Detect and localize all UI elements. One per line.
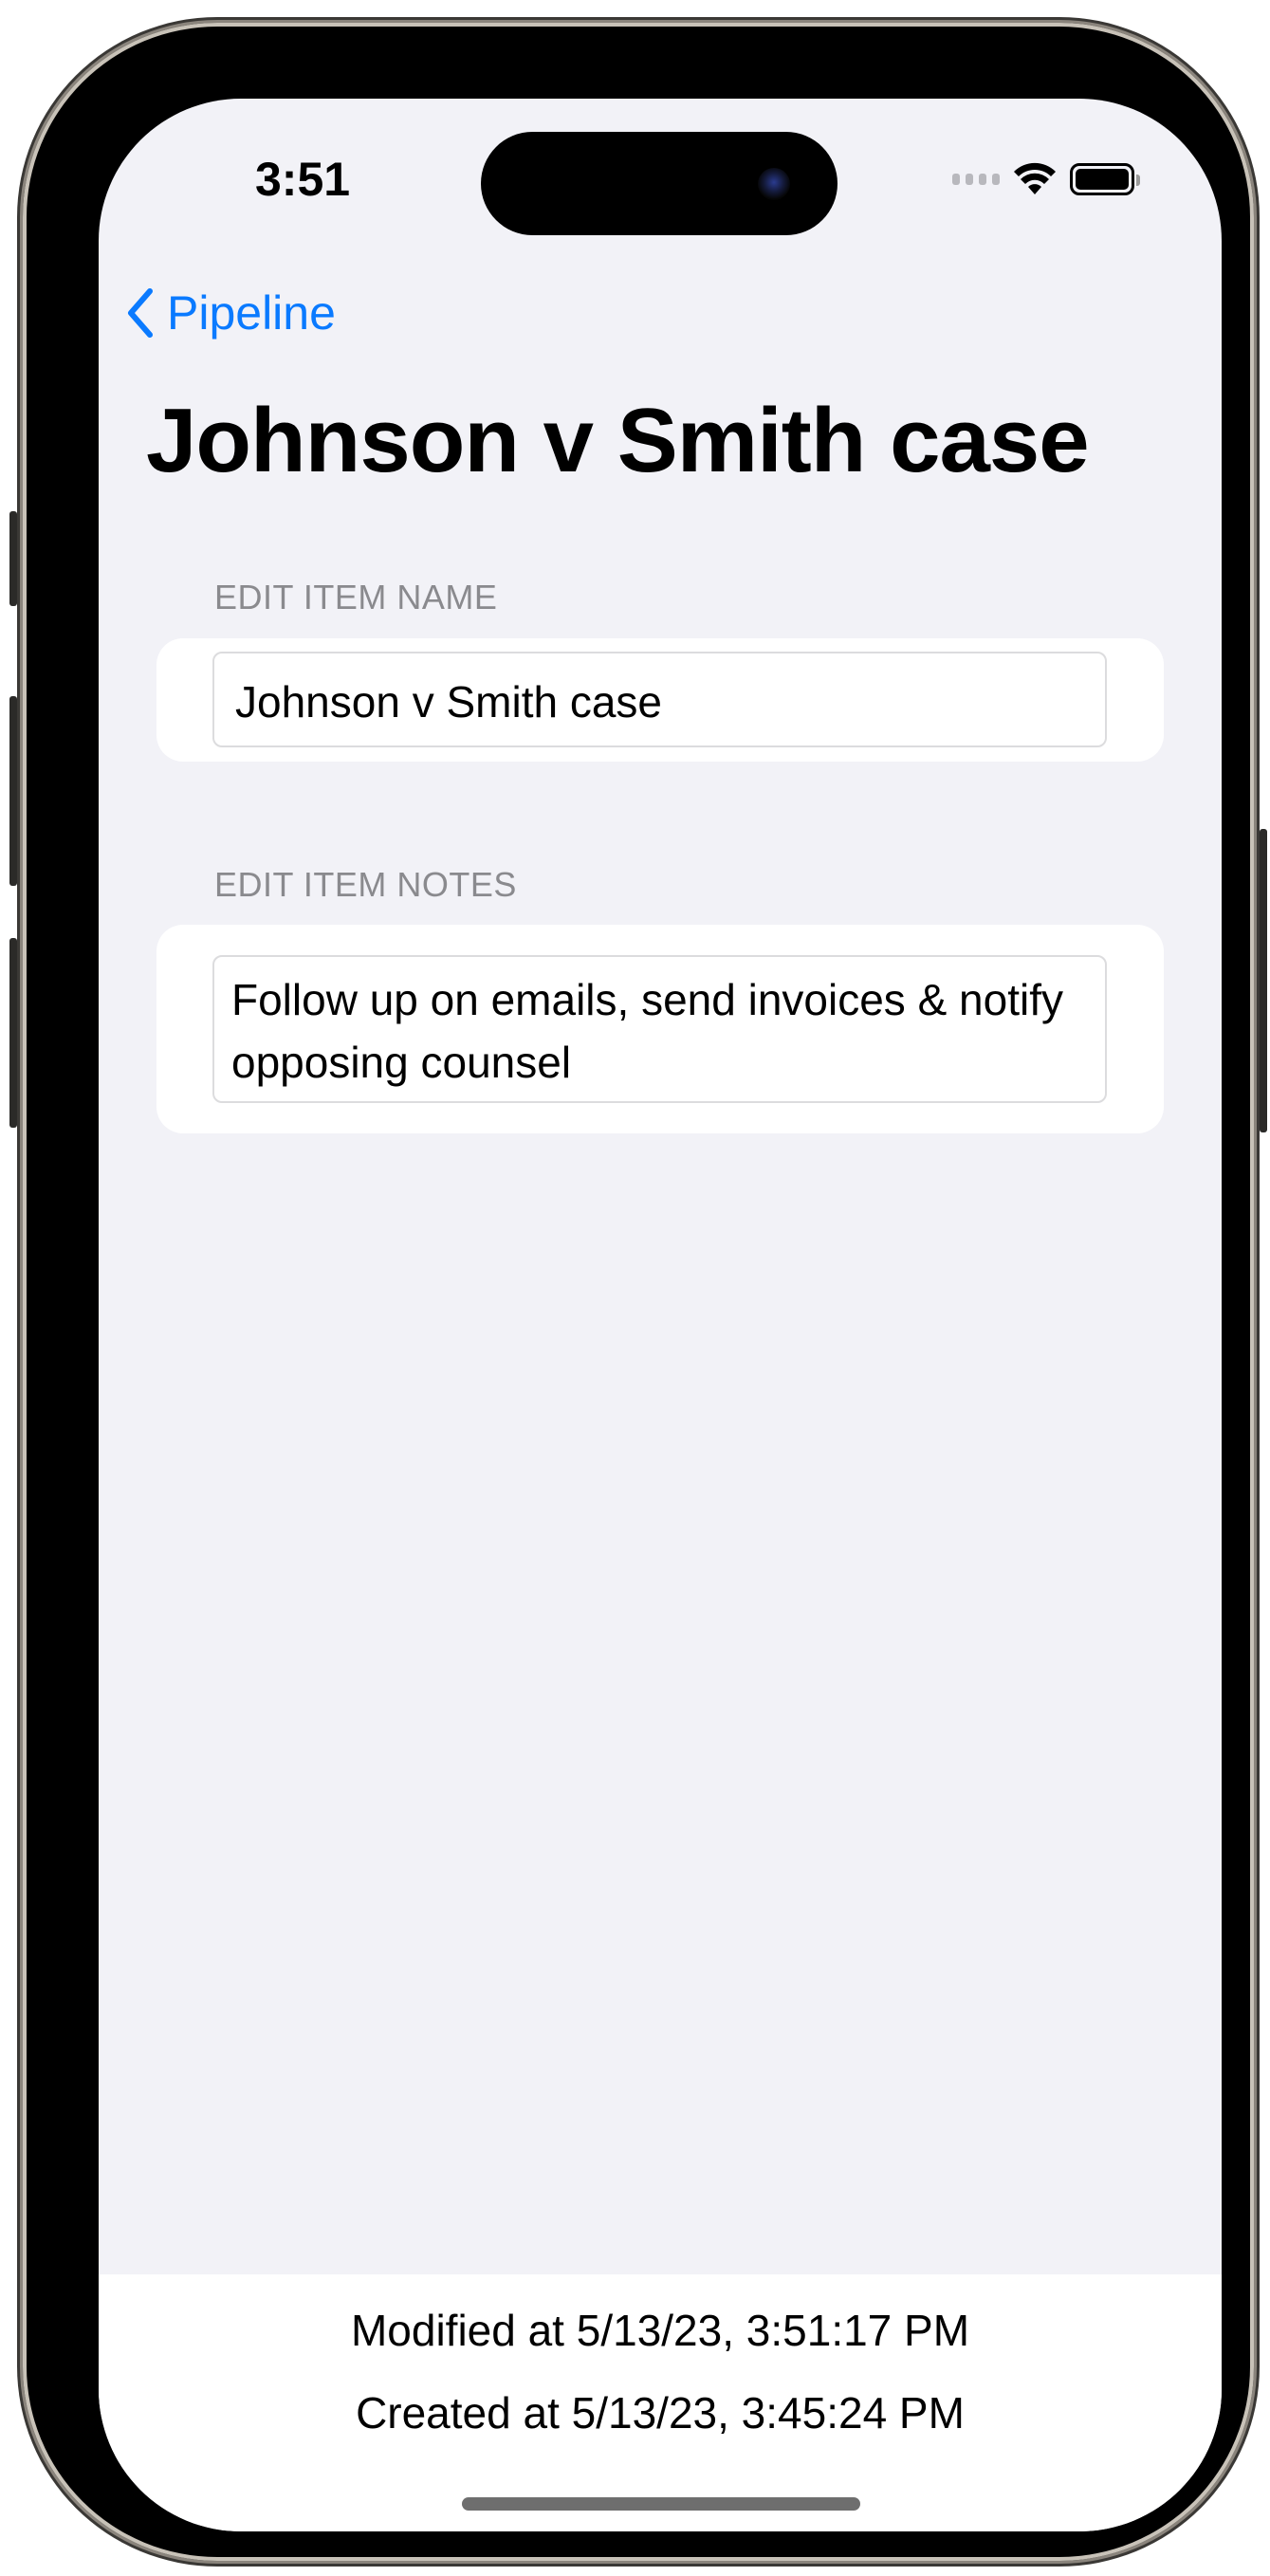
chevron-left-icon (128, 288, 153, 338)
name-section-label: EDIT ITEM NAME (214, 578, 498, 616)
back-label: Pipeline (167, 286, 336, 340)
notes-section-label: EDIT ITEM NOTES (214, 865, 517, 904)
cellular-signal-icon (952, 174, 1000, 185)
modified-timestamp: Modified at 5/13/23, 3:51:17 PM (350, 2306, 970, 2355)
timestamps-footer: Modified at 5/13/23, 3:51:17 PM Created … (99, 2274, 1222, 2531)
name-card: Johnson v Smith case (156, 638, 1164, 762)
item-notes-field[interactable]: Follow up on emails, send invoices & not… (212, 955, 1107, 1103)
status-time: 3:51 (255, 153, 351, 206)
status-icons (952, 162, 1140, 196)
notes-card: Follow up on emails, send invoices & not… (156, 925, 1164, 1133)
battery-icon (1070, 163, 1140, 195)
volume-down-button (9, 938, 17, 1128)
phone-frame: 3:51 Pipeline Johnson v Smith case EDIT … (9, 23, 1267, 2561)
camera-icon (758, 168, 790, 200)
wifi-icon (1014, 162, 1056, 194)
volume-up-button (9, 696, 17, 886)
screen: 3:51 Pipeline Johnson v Smith case EDIT … (99, 99, 1222, 2531)
home-indicator[interactable] (462, 2497, 860, 2511)
dynamic-island (481, 132, 837, 235)
created-timestamp: Created at 5/13/23, 3:45:24 PM (356, 2388, 965, 2438)
action-button (9, 511, 17, 606)
back-button[interactable]: Pipeline (125, 285, 336, 340)
power-button (1260, 829, 1267, 1132)
page-title: Johnson v Smith case (146, 390, 1090, 491)
item-name-field[interactable]: Johnson v Smith case (212, 652, 1107, 747)
